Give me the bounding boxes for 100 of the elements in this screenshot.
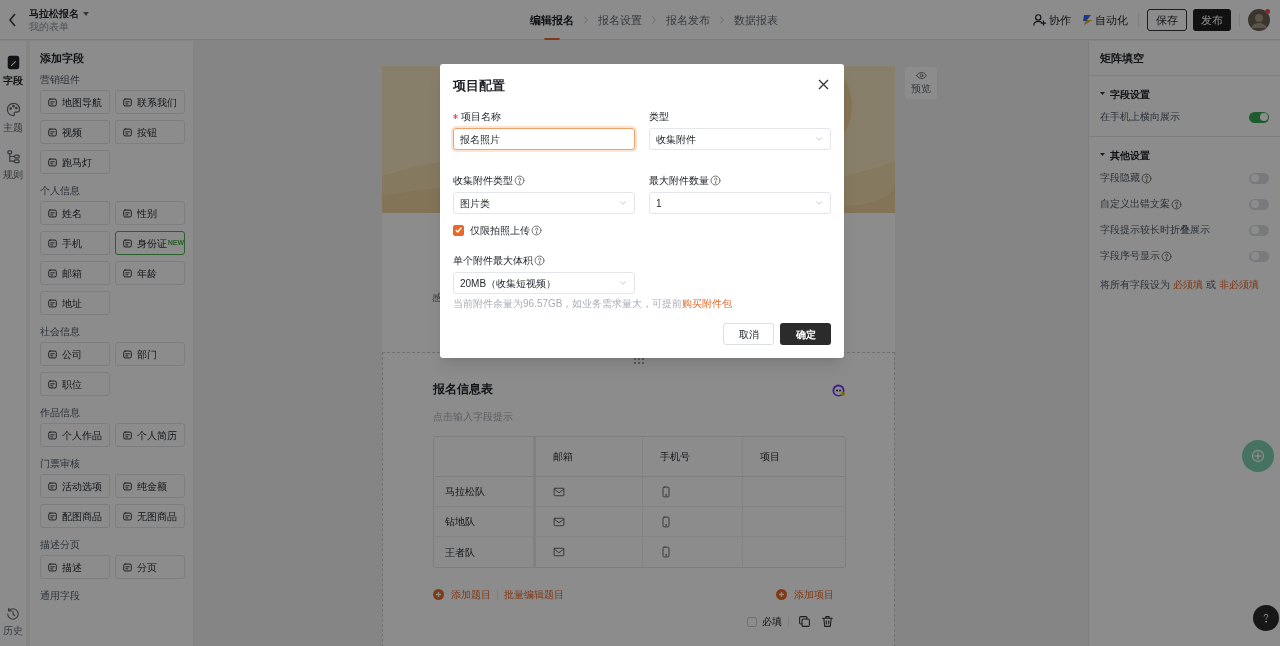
field-item[interactable]: 部门 [115, 342, 185, 366]
rail-tab[interactable]: 字段 [3, 55, 23, 88]
publish-button[interactable]: 发布 [1193, 9, 1231, 31]
column-header: 项目 [760, 450, 781, 464]
field-icon [47, 207, 58, 219]
buy-package-link[interactable]: 购买附件包 [682, 298, 733, 309]
select-field[interactable]: 图片类 [453, 192, 635, 214]
close-icon[interactable] [818, 79, 829, 90]
field-item[interactable]: 视频 [40, 120, 110, 144]
automation-button[interactable]: 自动化 [1082, 11, 1128, 29]
field-item[interactable]: 姓名 [40, 201, 110, 225]
avatar[interactable] [1248, 9, 1270, 31]
mail-icon [553, 485, 566, 498]
confirm-button[interactable]: 确定 [780, 323, 831, 345]
eye-icon [915, 70, 927, 81]
caret-icon[interactable] [83, 11, 89, 16]
field-item[interactable]: 地图导航 [40, 90, 110, 114]
select-field[interactable]: 1 [649, 192, 831, 214]
field-icon [47, 96, 58, 108]
rail-tab[interactable]: 规则 [3, 149, 23, 182]
field-icon [122, 429, 133, 441]
field-item[interactable]: 跑马灯 [40, 150, 110, 174]
add-person-icon [1033, 13, 1047, 27]
quota-text: 当前附件余量为96.57GB，如业务需求量大，可提前购买附件包 [453, 297, 733, 310]
caret-icon [1100, 153, 1105, 157]
cancel-button[interactable]: 取消 [723, 323, 774, 345]
step-tab[interactable]: 编辑报名 [530, 0, 574, 40]
form-title[interactable]: 马拉松报名 [29, 6, 79, 21]
field-item[interactable]: 无图商品 [115, 504, 185, 528]
collaborate-button[interactable]: 协作 [1033, 11, 1071, 29]
field-icon [47, 126, 58, 138]
select-field[interactable]: 20MB（收集短视频） [453, 272, 635, 294]
field-item[interactable]: 按钮 [115, 120, 185, 144]
field-item[interactable]: 个人作品 [40, 423, 110, 447]
setting-label: 字段提示较长时折叠展示 [1100, 222, 1210, 237]
note-text: 或 [1206, 277, 1216, 292]
note-text: 将所有字段设为 [1100, 277, 1170, 292]
field-label: 项目名称 [461, 109, 501, 124]
required-checkbox[interactable]: 必填 [747, 614, 782, 629]
group-title: 个人信息 [40, 184, 81, 197]
toggle-switch[interactable] [1249, 111, 1269, 123]
check-icon [455, 227, 462, 233]
section-title: 报名信息表 [433, 381, 493, 397]
field-item[interactable]: 纯金额 [115, 474, 185, 498]
group-title: 通用字段 [40, 589, 81, 602]
input-field[interactable]: 报名照片 [453, 128, 635, 150]
save-button[interactable]: 保存 [1147, 9, 1187, 31]
field-item[interactable]: 邮箱 [40, 261, 110, 285]
field-item[interactable]: 地址 [40, 291, 110, 315]
field-item[interactable]: 个人简历 [115, 423, 185, 447]
group-title: 营销组件 [40, 73, 81, 86]
setting-label: 自定义出错文案 [1100, 196, 1170, 211]
help-icon [514, 174, 525, 186]
field-item[interactable]: 手机 [40, 231, 110, 255]
field-item[interactable]: 年龄 [115, 261, 185, 285]
field-icon [122, 561, 133, 573]
field-label: 收集附件类型 [453, 173, 513, 188]
step-tab[interactable]: 报名设置 [598, 0, 642, 40]
section-header[interactable]: 字段设置 [1100, 84, 1150, 104]
field-icon [122, 96, 133, 108]
step-tab[interactable]: 数据报表 [734, 0, 778, 40]
history-tab[interactable]: 历史 [3, 607, 23, 638]
field-item[interactable]: 活动选项 [40, 474, 110, 498]
bolt-icon [1082, 14, 1093, 26]
camera-only-checkbox[interactable]: 仅限拍照上传 [453, 222, 530, 238]
step-tab[interactable]: 报名发布 [666, 0, 710, 40]
chevron-down-icon [814, 198, 824, 208]
column-header: 手机号 [659, 450, 690, 464]
field-icon [122, 126, 133, 138]
drag-handle-icon[interactable] [634, 358, 644, 364]
row-label: 马拉松队 [445, 485, 485, 499]
field-item[interactable]: 分页 [115, 555, 185, 579]
field-icon [47, 156, 58, 168]
chevron-down-icon [618, 278, 628, 288]
field-icon [122, 237, 133, 249]
flow-icon [5, 149, 21, 164]
field-icon [47, 348, 58, 360]
field-item[interactable]: 公司 [40, 342, 110, 366]
field-item[interactable]: 配图商品 [40, 504, 110, 528]
field-label: 最大附件数量 [649, 173, 709, 188]
help-icon [710, 174, 721, 186]
plus-icon [433, 589, 444, 600]
field-icon [47, 237, 58, 249]
field-icon [47, 429, 58, 441]
select-field[interactable]: 收集附件 [649, 128, 831, 150]
field-label: 单个附件最大体积 [453, 253, 533, 268]
chevron-down-icon [618, 198, 628, 208]
field-item[interactable]: 职位 [40, 372, 110, 396]
field-icon [47, 378, 58, 390]
document-icon [5, 55, 21, 70]
section-header[interactable]: 其他设置 [1100, 145, 1150, 165]
group-title: 描述分页 [40, 538, 81, 551]
column-header: 邮箱 [553, 450, 574, 464]
field-item[interactable]: 联系我们 [115, 90, 185, 114]
field-item[interactable]: 描述 [40, 555, 110, 579]
rail-tab[interactable]: 主题 [3, 102, 23, 135]
preview-button[interactable]: 预览 [905, 67, 937, 99]
field-item[interactable]: 性别 [115, 201, 185, 225]
plus-icon [776, 589, 787, 600]
mascot-icon [832, 384, 845, 397]
